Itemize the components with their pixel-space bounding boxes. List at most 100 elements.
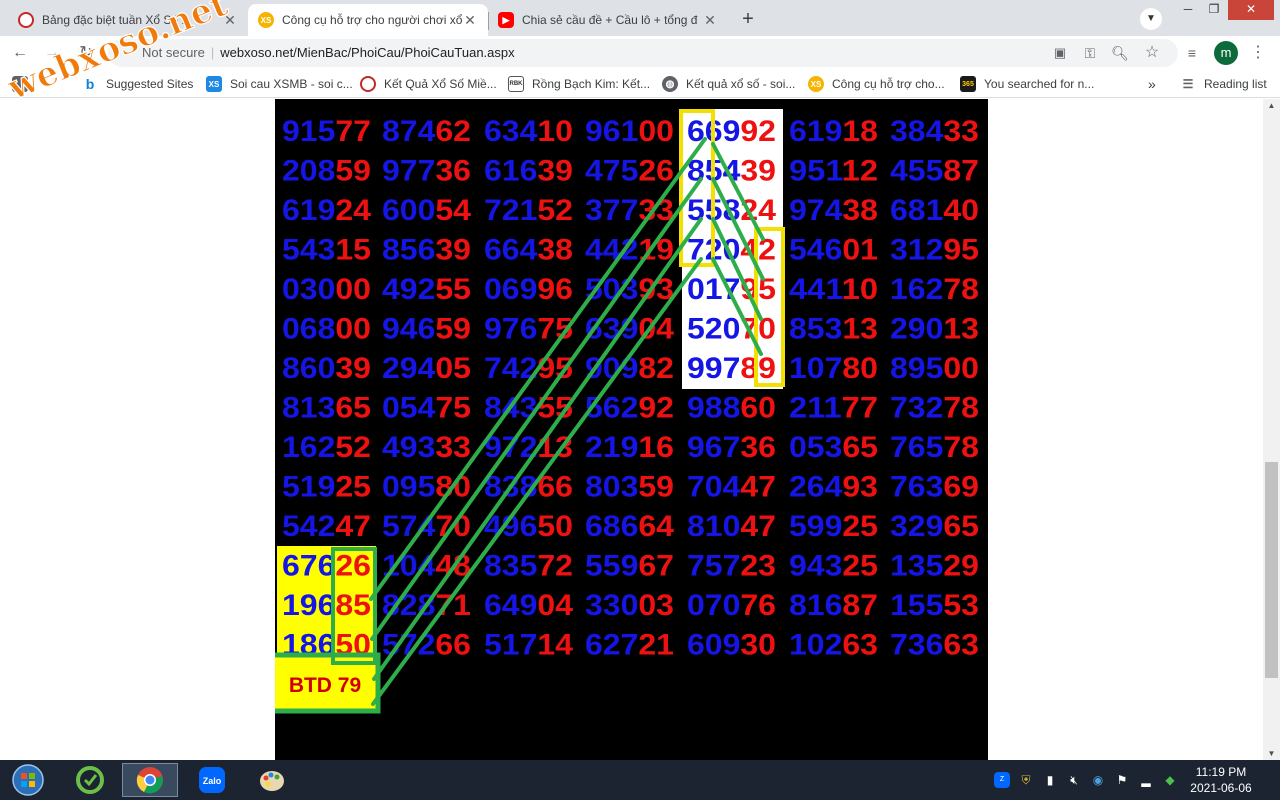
tab-chia-se[interactable]: ▶ Chia sẻ cầu đề + Cầu lô + tổng đ ✕ — [488, 4, 728, 36]
prize-number: 475 26 — [585, 155, 674, 188]
flag-icon[interactable]: ⚑ — [1114, 772, 1130, 788]
media-icon[interactable]: ≡ — [1180, 41, 1204, 65]
scrollbar[interactable]: ▲ ▼ — [1263, 99, 1280, 760]
new-tab-button[interactable]: + — [734, 6, 762, 34]
key-icon[interactable]: ⚿ — [1078, 41, 1102, 65]
youtube-icon: ▶ — [498, 12, 514, 28]
bookmark-ket-qua-mien[interactable]: Kết Quả Xổ Số Miề... — [360, 75, 497, 93]
bookmark-label: Công cụ hỗ trợ cho... — [832, 77, 945, 91]
prize-number: 330 03 — [585, 589, 674, 622]
prize-number: 757 23 — [687, 550, 776, 583]
chrome-icon[interactable] — [122, 763, 178, 797]
prize-number: 853 13 — [789, 313, 878, 346]
prize-number: 649 04 — [484, 589, 573, 622]
prize-number: 619 18 — [789, 115, 878, 148]
tab-strip: Bảng đặc biệt tuần Xổ Số ... ✕ XS Công c… — [0, 0, 1280, 36]
tab-title: Bảng đặc biệt tuần Xổ Số ... — [42, 13, 192, 27]
prize-number: 543 15 — [282, 234, 371, 267]
prize-number: 943 25 — [789, 550, 878, 583]
prize-number: 492 55 — [382, 273, 471, 306]
scroll-up-icon[interactable]: ▲ — [1263, 101, 1280, 110]
bookmark-suggested-sites[interactable]: b Suggested Sites — [82, 75, 193, 93]
prize-grid: 915 77 874 62 634 10 961 00 669 92 619 18 384 33208 59… — [269, 109, 979, 714]
prize-number: 384 33 — [890, 115, 979, 148]
bookmark-label: Rồng Bạch Kim: Kết... — [532, 77, 651, 91]
menu-icon[interactable]: ⋮ — [1246, 41, 1270, 65]
tab-cong-cu[interactable]: XS Công cụ hỗ trợ cho người chơi xổ ✕ — [248, 4, 488, 36]
prize-number: 219 16 — [585, 431, 674, 464]
bookmark-rong-bach-kim[interactable]: RBK Rồng Bạch Kim: Kết... — [508, 75, 650, 93]
tab-search-icon[interactable]: ▼ — [1140, 8, 1162, 30]
scroll-down-icon[interactable]: ▼ — [1263, 749, 1280, 758]
network-icon[interactable]: ◉ — [1090, 772, 1106, 788]
back-icon[interactable]: ← — [8, 41, 32, 65]
prize-number: 816 87 — [789, 589, 878, 622]
bing-icon: b — [82, 76, 98, 92]
prize-number: 155 53 — [890, 589, 979, 622]
star-icon[interactable]: ☆ — [1140, 41, 1164, 65]
reading-list-icon: ☰ — [1180, 76, 1196, 92]
prize-number: 681 40 — [890, 194, 979, 227]
prize-number: 312 95 — [890, 234, 979, 267]
bookmark-cong-cu[interactable]: XS Công cụ hỗ trợ cho... — [808, 75, 945, 93]
minimize-icon[interactable]: ─ — [1176, 0, 1200, 20]
prize-number: 09580 — [382, 471, 471, 504]
tab-bang-dac-biet[interactable]: Bảng đặc biệt tuần Xổ Số ... ✕ — [8, 4, 248, 36]
ccleaner-icon[interactable] — [62, 763, 118, 797]
tab-title: Chia sẻ cầu đề + Cầu lô + tổng đ — [522, 13, 698, 27]
zalo-tray-icon[interactable]: Z — [994, 772, 1010, 788]
xs-icon: XS — [258, 12, 274, 28]
prize-number: 83866 — [484, 471, 573, 504]
cast-icon[interactable]: ▣ — [1048, 41, 1072, 65]
prize-number: 441 10 — [789, 273, 878, 306]
window-close-icon[interactable]: ✕ — [1228, 0, 1274, 20]
globe-icon: ◍ — [662, 76, 678, 92]
prize-number: 736 63 — [890, 629, 979, 662]
zoom-icon[interactable]: 🔍︎ — [1108, 41, 1132, 65]
reading-list-button[interactable]: ☰ Reading list — [1180, 75, 1267, 93]
volume-muted-icon[interactable]: 🔇︎ — [1066, 772, 1082, 788]
bookmark-soi-cau[interactable]: XS Soi cau XSMB - soi c... — [206, 75, 353, 93]
prize-number: 627 21 — [585, 629, 674, 662]
apps-icon[interactable] — [12, 75, 36, 93]
xs-icon: XS — [206, 76, 222, 92]
signal-icon[interactable]: ▂ — [1138, 772, 1154, 788]
clock-date: 2021-06-06 — [1190, 781, 1252, 795]
shield-icon[interactable]: ⛨ — [1018, 772, 1034, 788]
address-separator: | — [210, 45, 215, 60]
prize-number: 634 10 — [484, 115, 573, 148]
start-orb-icon[interactable] — [0, 763, 56, 797]
update-icon[interactable]: ◆ — [1162, 772, 1178, 788]
close-icon[interactable]: ✕ — [462, 12, 478, 29]
prize-number: 162 52 — [282, 431, 371, 464]
prize-number: 704 47 — [687, 471, 776, 504]
close-icon[interactable]: ✕ — [222, 12, 238, 29]
prize-number: 329 65 — [890, 510, 979, 543]
clock-time: 11:19 PM — [1195, 765, 1247, 779]
reload-icon[interactable]: ↻ — [74, 41, 98, 65]
close-icon[interactable]: ✕ — [702, 12, 718, 29]
prize-number: 946 59 — [382, 313, 471, 346]
bookmark-label: Kết Quả Xổ Số Miề... — [384, 77, 497, 91]
scroll-thumb[interactable] — [1265, 462, 1278, 678]
system-clock[interactable]: 11:19 PM 2021-06-06 — [1186, 764, 1256, 796]
bookmark-ket-qua-xo-so[interactable]: ◍ Kết quả xổ số - soi... — [662, 75, 795, 93]
usb-icon[interactable]: ▮ — [1042, 772, 1058, 788]
prize-number: 211 77 — [789, 392, 878, 425]
reading-list-label: Reading list — [1204, 77, 1267, 91]
zalo-icon[interactable]: Zalo — [184, 763, 240, 797]
bookmark-you-searched[interactable]: 365 You searched for n... — [960, 75, 1094, 93]
forward-icon[interactable]: → — [40, 41, 64, 65]
prize-number: 686 64 — [585, 510, 674, 543]
prize-number: 763 69 — [890, 471, 979, 504]
tab-title: Công cụ hỗ trợ cho người chơi xổ — [282, 13, 462, 27]
bookmarks-overflow[interactable]: » — [1148, 75, 1156, 93]
address-bar[interactable]: Not secure | webxoso.net/MienBac/PhoiCau/P… — [108, 39, 1178, 67]
prize-number: 810 47 — [687, 510, 776, 543]
prize-number: 030 00 — [282, 273, 371, 306]
page-content: 915 77 874 62 634 10 961 00 669 92 619 18 384 33 208 59… — [0, 99, 1280, 760]
paint-icon[interactable] — [244, 763, 300, 797]
restore-icon[interactable]: ❐ — [1202, 0, 1226, 20]
prize-number: 619 24 — [282, 194, 371, 227]
profile-avatar[interactable]: m — [1214, 41, 1238, 65]
